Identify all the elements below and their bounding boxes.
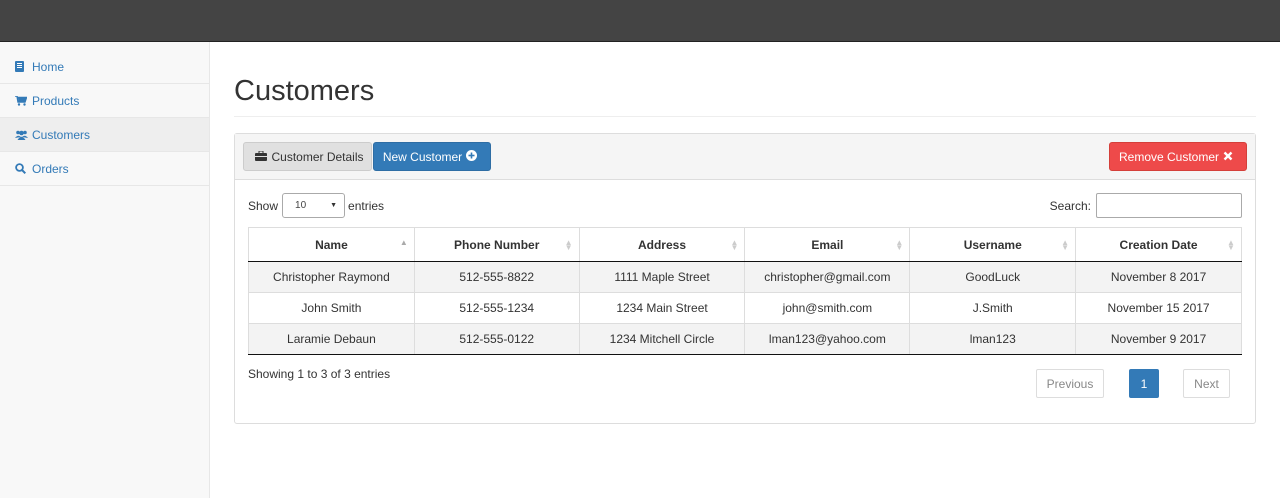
search-icon xyxy=(15,163,31,174)
table-cell: lman123@yahoo.com xyxy=(744,323,910,355)
users-icon xyxy=(15,130,31,140)
search-control: Search: xyxy=(1050,193,1242,218)
search-input[interactable] xyxy=(1096,193,1242,218)
table-cell: Laramie Debaun xyxy=(248,323,415,355)
customers-panel: Customer Details New Customer Remove Cus… xyxy=(234,133,1256,424)
table-cell: lman123 xyxy=(909,323,1076,355)
sort-both-icon: ▲ ▼ xyxy=(564,238,573,252)
panel-toolbar: Customer Details New Customer Remove Cus… xyxy=(235,134,1255,180)
column-header-address[interactable]: Address ▲ ▼ xyxy=(578,227,745,262)
cart-icon xyxy=(15,95,31,106)
search-label: Search: xyxy=(1049,198,1091,213)
table-row[interactable]: John Smith 512-555-1234 1234 Main Street… xyxy=(248,292,1242,324)
table-cell: 1234 Main Street xyxy=(578,292,745,324)
column-header-username[interactable]: Username ▲ ▼ xyxy=(909,227,1076,262)
sidebar-item-label: Home xyxy=(32,59,65,74)
sidebar-item-orders[interactable]: Orders xyxy=(0,152,209,186)
table-cell: john@smith.com xyxy=(744,292,910,324)
customer-details-label: Customer Details xyxy=(271,149,364,164)
close-icon xyxy=(1219,150,1237,164)
table-cell: 512-555-8822 xyxy=(413,261,580,293)
sidebar-item-customers[interactable]: Customers xyxy=(0,118,209,152)
column-header-creation-date[interactable]: Creation Date ▲ ▼ xyxy=(1075,227,1242,262)
plus-circle-icon xyxy=(462,149,481,164)
new-customer-button[interactable]: New Customer xyxy=(373,142,491,171)
column-header-name[interactable]: Name ▲ xyxy=(248,227,415,262)
sidebar-item-label: Customers xyxy=(32,127,91,142)
new-customer-label: New Customer xyxy=(382,149,463,164)
pagination: Previous 1 Next xyxy=(1036,369,1230,398)
table-cell: 1111 Maple Street xyxy=(578,261,745,293)
sort-both-icon: ▲ ▼ xyxy=(1061,238,1070,252)
table-cell: 512-555-0122 xyxy=(413,323,580,355)
entries-label: entries xyxy=(348,198,385,213)
previous-page-button[interactable]: Previous xyxy=(1036,369,1104,398)
sidebar-item-label: Orders xyxy=(32,161,69,176)
book-icon xyxy=(15,61,31,72)
column-header-label: Name xyxy=(315,237,348,252)
table-cell: November 15 2017 xyxy=(1075,292,1242,324)
sort-asc-icon: ▲ xyxy=(399,238,408,247)
customers-table: Name ▲ Phone Number ▲ ▼ Address ▲ ▼ Email ▲ ▼ U… xyxy=(248,227,1242,355)
page-size-control: Show 10 ▼ entries xyxy=(248,193,384,218)
show-label: Show xyxy=(248,198,279,213)
customer-details-button[interactable]: Customer Details xyxy=(243,142,372,171)
chevron-down-icon: ▼ xyxy=(330,202,338,209)
column-header-label: Phone Number xyxy=(454,237,540,252)
column-header-label: Address xyxy=(637,237,687,252)
table-row[interactable]: Christopher Raymond 512-555-8822 1111 Ma… xyxy=(248,261,1242,293)
table-cell: GoodLuck xyxy=(909,261,1076,293)
table-cell: November 9 2017 xyxy=(1075,323,1242,355)
main-content: Customers Customer Details New Customer … xyxy=(234,42,1256,424)
table-cell: Christopher Raymond xyxy=(248,261,415,293)
top-navbar xyxy=(0,0,1280,42)
sort-both-icon: ▲ ▼ xyxy=(730,238,739,252)
sort-both-icon: ▲ ▼ xyxy=(1227,238,1235,252)
remove-customer-label: Remove Customer xyxy=(1118,149,1220,164)
page-size-value: 10 xyxy=(295,200,307,211)
table-cell: J.Smith xyxy=(909,292,1076,324)
page-1-button[interactable]: 1 xyxy=(1129,369,1159,398)
sidebar-item-products[interactable]: Products xyxy=(0,84,209,118)
page-title: Customers xyxy=(234,74,1256,117)
column-header-label: Username xyxy=(963,237,1022,252)
sidebar-item-home[interactable]: Home xyxy=(0,50,209,84)
sidebar-item-label: Products xyxy=(32,93,80,108)
briefcase-icon xyxy=(251,150,271,164)
column-header-label: Creation Date xyxy=(1119,237,1198,252)
table-row[interactable]: Laramie Debaun 512-555-0122 1234 Mitchel… xyxy=(248,323,1242,355)
column-header-phone[interactable]: Phone Number ▲ ▼ xyxy=(413,227,580,262)
column-header-email[interactable]: Email ▲ ▼ xyxy=(744,227,910,262)
table-header-row: Name ▲ Phone Number ▲ ▼ Address ▲ ▼ Email ▲ ▼ U… xyxy=(248,227,1242,262)
table-cell: christopher@gmail.com xyxy=(744,261,910,293)
table-cell: November 8 2017 xyxy=(1075,261,1242,293)
remove-customer-button[interactable]: Remove Customer xyxy=(1109,142,1247,171)
table-cell: 1234 Mitchell Circle xyxy=(578,323,745,355)
next-page-button[interactable]: Next xyxy=(1183,369,1230,398)
table-cell: John Smith xyxy=(248,292,415,324)
panel-body: Show 10 ▼ entries Search: Name ▲ Phone Nu… xyxy=(235,180,1255,424)
column-header-label: Email xyxy=(811,237,844,252)
table-info: Showing 1 to 3 of 3 entries xyxy=(248,367,391,381)
sidebar: Home Products Customers Orders xyxy=(0,42,210,498)
page-size-select[interactable]: 10 ▼ xyxy=(282,193,346,218)
table-cell: 512-555-1234 xyxy=(413,292,580,324)
sort-both-icon: ▲ ▼ xyxy=(895,238,904,252)
